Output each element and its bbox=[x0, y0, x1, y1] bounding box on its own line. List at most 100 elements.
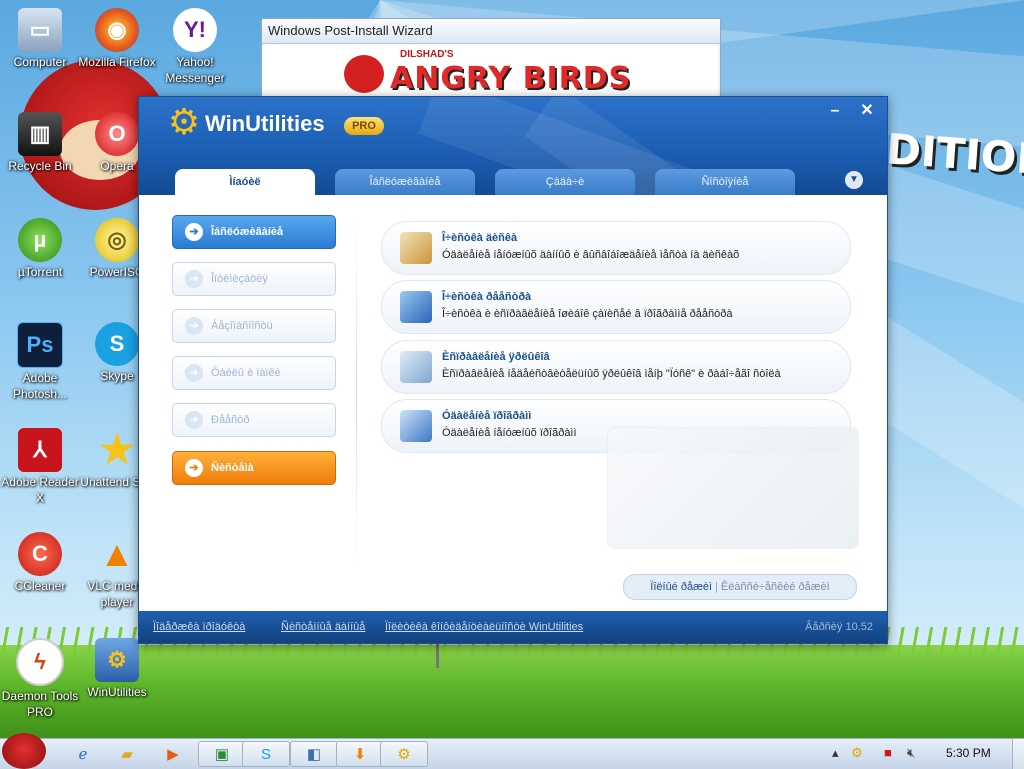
menu-divider bbox=[356, 217, 357, 567]
wizard-task-icon[interactable]: ◧ bbox=[290, 741, 338, 767]
download-task-icon[interactable]: ⬇ bbox=[336, 741, 384, 767]
full-mode-link[interactable]: Ïîëíûé ðåæèì bbox=[650, 581, 712, 593]
angry-bird-logo-icon bbox=[344, 55, 384, 93]
footer-privacy-link[interactable]: Ïîëèòèêà êîíôèäåíöèàëüíîñòè WinUtilities bbox=[385, 621, 583, 633]
wizard-title: Windows Post-Install Wizard bbox=[262, 19, 720, 44]
card-description: Óäàëåíèå íåíóæíûõ ïðîãðàìì bbox=[442, 427, 577, 439]
desktop-icon-adobe-reader[interactable]: ⅄ Adobe Reader X bbox=[0, 428, 80, 506]
desktop-icon-label: µTorrent bbox=[17, 265, 63, 279]
mode-separator: | bbox=[715, 581, 718, 593]
media-player-icon[interactable]: ▶ bbox=[158, 741, 188, 767]
winutilities-window[interactable]: ⚙ WinUtilities PRO – ✕ Ìíaóèë Îáñëóæèâàí… bbox=[138, 96, 888, 644]
ccleaner-icon: C bbox=[18, 532, 62, 576]
show-hidden-icons-icon[interactable]: ▴ bbox=[832, 745, 839, 761]
shortcut-fix-card[interactable]: Èñïðàâëåíèå ÿðëûêîâ Èñïðàâëåíèå íåäåéñòâ… bbox=[381, 340, 851, 394]
desktop-icon-photoshop[interactable]: Ps Adobe Photosh... bbox=[0, 322, 80, 402]
view-mode-switch: Ïîëíûé ðåæèì | Êëàññè÷åñêèé ðåæèì bbox=[623, 574, 857, 600]
menu-system-button[interactable]: ➔ Ñèñòåìà bbox=[172, 451, 336, 485]
taskbar: ℯ ▰ ▶ ▣ S ◧ ⬇ ⚙ ▴ ⚙ ■ 🔇︎ 5:30 PM bbox=[0, 733, 1024, 769]
arrow-right-icon: ➔ bbox=[185, 317, 203, 335]
desktop-icon-label: Opera bbox=[100, 159, 134, 173]
menu-maintenance-button[interactable]: ➔ Îáñëóæèâàíèå bbox=[172, 215, 336, 249]
yahoo-messenger-icon: Y! bbox=[173, 8, 217, 52]
pro-badge: PRO bbox=[344, 117, 384, 135]
app-title: WinUtilities bbox=[205, 111, 325, 136]
tab-tasks[interactable]: Çàäà÷è bbox=[495, 169, 635, 195]
tray-flag-icon[interactable]: ■ bbox=[884, 745, 892, 760]
close-button[interactable]: ✕ bbox=[857, 101, 877, 121]
card-title: Èñïðàâëåíèå ÿðëûêîâ bbox=[442, 351, 550, 363]
desktop-icon-winutilities[interactable]: ⚙ WinUtilities bbox=[77, 638, 157, 700]
menu-registry-button[interactable]: ➔ Ðååñòð bbox=[172, 403, 336, 437]
menu-optimization-button[interactable]: ➔ Îïòèìèçàöèÿ bbox=[172, 262, 336, 296]
desktop-icon-ccleaner[interactable]: C CCleaner bbox=[0, 532, 80, 594]
winutilities-task-icon[interactable]: ⚙ bbox=[380, 741, 428, 767]
desktop-icon-utorrent[interactable]: µ µTorrent bbox=[0, 218, 80, 280]
wizard-banner-subtitle: DILSHAD'S bbox=[400, 49, 454, 60]
menu-label: Ôàéëû è ïàïêè bbox=[211, 367, 281, 379]
card-title: Óäàëåíèå ïðîãðàìì bbox=[442, 410, 532, 422]
desktop-icon-label: WinUtilities bbox=[87, 685, 147, 699]
desktop-icon-label: Daemon Tools PRO bbox=[1, 689, 79, 719]
footer-support-link[interactable]: Ïîäåðæêà ïðîäóêòà bbox=[153, 621, 245, 633]
desktop-icon-yahoo[interactable]: Y! Yahoo! Messenger bbox=[155, 8, 235, 86]
registry-cleanup-card[interactable]: Î÷èñòêà ðååñòðà Î÷èñòêà è èñïðàâëåíèå îø… bbox=[381, 280, 851, 334]
shortcut-fix-icon bbox=[400, 351, 432, 383]
gear-logo-icon: ⚙ bbox=[167, 101, 201, 142]
disk-cleanup-card[interactable]: Î÷èñòêà äèñêà Óäàëåíèå íåíóæíûõ äàííûõ è… bbox=[381, 221, 851, 275]
app-footer: Ïîäåðæêà ïðîäóêòà Ñèñòåìíûå äàííûå Ïîëèò… bbox=[139, 611, 887, 643]
footer-system-data-link[interactable]: Ñèñòåìíûå äàííûå bbox=[281, 621, 365, 633]
skype-icon: S bbox=[95, 322, 139, 366]
desktop-icon-label: Adobe Photosh... bbox=[12, 371, 68, 401]
tab-maintenance[interactable]: Îáñëóæèâàíèå bbox=[335, 169, 475, 195]
menu-label: Îïòèìèçàöèÿ bbox=[211, 273, 268, 285]
volume-muted-icon[interactable]: 🔇︎ bbox=[907, 745, 915, 761]
classic-mode-link[interactable]: Êëàññè÷åñêèé ðåæèì bbox=[721, 581, 830, 593]
desktop-icon-label: Adobe Reader X bbox=[1, 475, 79, 505]
winutilities-icon: ⚙ bbox=[95, 638, 139, 682]
card-description: Èñïðàâëåíèå íåäåéñòâèòåëüíûõ ÿðëûêîâ ìåí… bbox=[442, 368, 781, 380]
desktop-icon-recycle-bin[interactable]: ▥ Recycle Bin bbox=[0, 112, 80, 174]
card-description: Óäàëåíèå íåíóæíûõ äàííûõ è âûñâîáîæäåíèå… bbox=[442, 249, 740, 261]
winutilities-tray-icon[interactable]: ⚙ bbox=[851, 745, 863, 761]
desktop-icon-label: Computer bbox=[13, 55, 67, 69]
menu-files-folders-button[interactable]: ➔ Ôàéëû è ïàïêè bbox=[172, 356, 336, 390]
chevron-down-icon[interactable]: ▼ bbox=[845, 171, 863, 189]
registry-cleanup-icon bbox=[400, 291, 432, 323]
daemon-tools-icon: ϟ bbox=[16, 638, 64, 686]
app-header: ⚙ WinUtilities PRO – ✕ Ìíaóèë Îáñëóæèâàí… bbox=[139, 97, 887, 195]
computer-icon: ▭ bbox=[18, 8, 62, 52]
desktop-icon-computer[interactable]: ▭ Computer bbox=[0, 8, 80, 70]
opera-icon: O bbox=[95, 112, 139, 156]
tab-status[interactable]: Ñîñòîÿíèå bbox=[655, 169, 795, 195]
desktop-icon-label: Mozilla Firefox bbox=[78, 55, 156, 69]
adobe-reader-icon: ⅄ bbox=[18, 428, 62, 472]
show-desktop-button[interactable] bbox=[1012, 739, 1024, 769]
desktop-icon-label: Recycle Bin bbox=[8, 159, 72, 173]
screenshot-app-icon[interactable]: ▣ bbox=[198, 741, 246, 767]
minimize-button[interactable]: – bbox=[825, 101, 845, 121]
menu-label: Îáñëóæèâàíèå bbox=[211, 226, 284, 238]
desktop-icon-label: Skype bbox=[100, 369, 134, 383]
desktop-icon-label: CCleaner bbox=[14, 579, 66, 593]
clock[interactable]: 5:30 PM bbox=[946, 746, 991, 760]
utorrent-icon: µ bbox=[18, 218, 62, 262]
version-label: Âåðñèÿ 10.52 bbox=[805, 621, 873, 633]
photoshop-icon: Ps bbox=[17, 322, 63, 368]
folder-icon[interactable]: ▰ bbox=[112, 741, 142, 767]
menu-security-button[interactable]: ➔ Áåçîïàñíîñòü bbox=[172, 309, 336, 343]
arrow-right-icon: ➔ bbox=[185, 223, 203, 241]
menu-label: Áåçîïàñíîñòü bbox=[211, 320, 273, 332]
recycle-bin-icon: ▥ bbox=[18, 112, 62, 156]
desktop-icon-firefox[interactable]: ◉ Mozilla Firefox bbox=[77, 8, 157, 70]
uninstall-icon bbox=[400, 410, 432, 442]
skype-task-icon[interactable]: S bbox=[242, 741, 290, 767]
desktop-icon-daemon-tools[interactable]: ϟ Daemon Tools PRO bbox=[0, 638, 80, 720]
vlc-icon: ▲ bbox=[99, 533, 135, 574]
arrow-right-icon: ➔ bbox=[185, 411, 203, 429]
poweriso-icon: ◎ bbox=[95, 218, 139, 262]
start-button-bird-icon[interactable] bbox=[2, 733, 46, 769]
menu-label: Ðååñòð bbox=[211, 414, 250, 426]
internet-explorer-icon[interactable]: ℯ bbox=[68, 741, 98, 767]
tab-main[interactable]: Ìíaóèë bbox=[175, 169, 315, 195]
